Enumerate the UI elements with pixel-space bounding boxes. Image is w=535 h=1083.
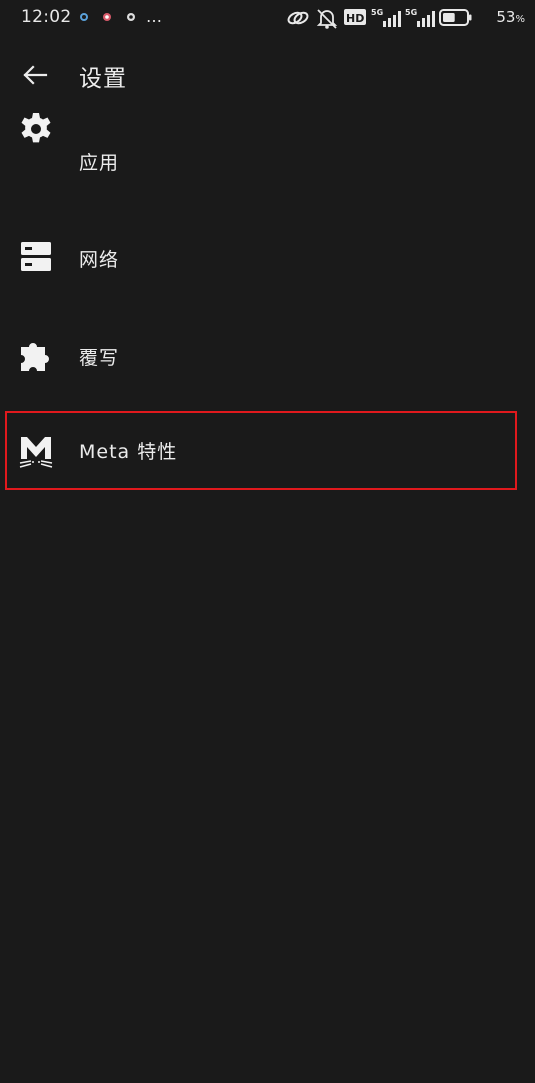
server-icon: [21, 242, 51, 271]
status-icons: HD 5G 5G: [287, 6, 477, 30]
notification-app-icon: [103, 13, 111, 21]
gear-icon: [21, 113, 51, 143]
mute-bell-icon: [316, 9, 338, 29]
settings-item-meta-features[interactable]: Meta 特性: [0, 405, 535, 503]
back-button[interactable]: [22, 62, 50, 88]
notification-icons: …: [79, 10, 179, 24]
page-title: 设置: [79, 66, 127, 92]
settings-item-override[interactable]: 覆写: [0, 307, 535, 405]
status-time: 12:02: [21, 7, 72, 27]
settings-item-label: 应用: [79, 152, 120, 174]
arrow-left-icon: [23, 65, 48, 85]
puzzle-icon: [21, 343, 49, 371]
battery-percent: 53%: [496, 8, 525, 26]
settings-list: 应用 网络 覆写 Meta 特性: [0, 111, 535, 503]
notification-app-icon: [80, 13, 88, 21]
signal-5g-icon: 5G: [371, 8, 401, 27]
settings-item-network[interactable]: 网络: [0, 209, 535, 307]
status-bar: 12:02 … HD 5G 5G 53%: [0, 0, 535, 36]
hd-badge-icon: HD: [344, 9, 366, 25]
svg-text:5G: 5G: [371, 8, 383, 17]
link-icon: [287, 11, 309, 25]
settings-item-label: Meta 特性: [79, 441, 178, 463]
notification-app-icon: [127, 13, 135, 21]
battery-icon: [439, 9, 472, 26]
settings-item-label: 覆写: [79, 347, 120, 369]
more-notifications-icon: …: [146, 10, 162, 24]
settings-item-label: 网络: [79, 249, 120, 271]
app-bar: 设置: [0, 50, 535, 100]
meta-cat-icon: [19, 437, 53, 468]
svg-text:5G: 5G: [405, 8, 417, 17]
signal-5g-icon: 5G: [405, 8, 435, 27]
settings-item-apps[interactable]: 应用: [0, 111, 535, 209]
svg-text:HD: HD: [346, 12, 364, 25]
